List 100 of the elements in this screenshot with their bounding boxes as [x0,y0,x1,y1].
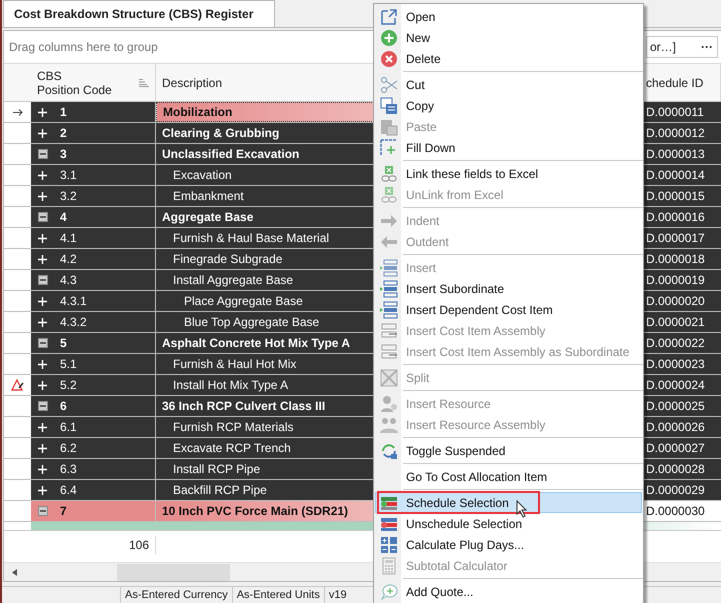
schedule-id-cell: D.0000028 [642,459,721,479]
position-code: 2 [59,126,67,140]
position-code: 6 [59,399,67,413]
schedule-id-cell: D.0000015 [642,186,721,206]
collapse-icon[interactable] [38,212,48,222]
expand-icon[interactable] [38,380,47,390]
menu-item[interactable]: Add Quote... [375,581,642,602]
position-code: 5.1 [59,357,77,371]
menu-item[interactable]: Open [375,6,642,27]
sort-icon [139,78,149,86]
position-code: 4.3.2 [59,315,87,329]
position-code: 3.2 [59,189,77,203]
collapse-icon[interactable] [38,275,48,285]
menu-item[interactable]: New [375,27,642,48]
position-code: 1 [59,105,67,119]
schedule-id-cell: D.0000024 [642,375,721,395]
menu-item[interactable]: Delete [375,48,642,69]
scroll-left-icon[interactable] [12,568,17,576]
schedule-id-cell: D.0000025 [642,396,721,416]
open-external-icon [380,8,398,26]
add-icon [380,28,398,46]
register-tab[interactable]: Cost Breakdown Structure (CBS) Register [3,0,275,27]
speech-bubble-icon [380,582,398,600]
delete-icon [380,50,398,68]
paste-icon [380,118,398,136]
position-code: 4.2 [59,252,77,266]
expand-icon[interactable] [38,170,47,180]
expand-icon[interactable] [38,318,47,326]
link-icon [380,164,398,182]
schedule-id-cell: D.0000019 [642,270,721,290]
position-code: 3 [59,147,67,161]
schedule-id-cell: D.0000012 [642,123,721,143]
collapse-icon[interactable] [38,338,48,348]
expand-icon[interactable] [38,486,47,494]
mouse-pointer-icon [516,500,528,518]
position-code: 7 [59,504,67,518]
schedule-id-cell: D.0000017 [642,228,721,248]
fill-down-icon [380,138,398,156]
schedule-id-cell: D.0000021 [642,312,721,332]
split-icon [380,368,398,386]
schedule-id-cell: D.0000020 [642,291,721,311]
bars-icon [380,322,398,340]
people-icon [380,416,398,434]
calculator-icon [380,556,398,574]
schedule-id-cell: D.0000018 [642,249,721,269]
menu-item[interactable]: Toggle Suspended [375,440,642,461]
schedule-id-cell: D.0000013 [642,144,721,164]
position-code: 3.1 [59,168,77,182]
expand-icon[interactable] [38,444,47,452]
position-code: 6.3 [59,462,77,476]
insert-rows-icon [380,280,398,298]
expand-icon[interactable] [38,422,47,432]
person-icon [380,394,398,412]
schedule-id-cell: D.0000026 [642,417,721,437]
insert-rows-icon [380,258,398,276]
menu-item[interactable]: Cut [375,74,642,95]
link-icon [380,186,398,204]
status-item: As-Entered Units [232,587,324,603]
menu-item[interactable]: Link these fields to Excel [375,163,642,184]
expand-icon[interactable] [38,464,47,474]
refresh-icon [380,442,398,460]
group-by-hint: Drag columns here to group [9,40,158,54]
schedule-id-cell: D.0000016 [642,207,721,227]
position-code: 5.2 [59,378,77,392]
position-code: 6.1 [59,420,77,434]
insert-rows-icon [380,300,398,318]
position-code: 5 [59,336,67,350]
status-item: v19 [324,587,351,603]
schedule-id-cell: D.0000023 [642,354,721,374]
position-code: 4.3 [59,273,77,287]
menu-item[interactable]: Calculate Plug Days... [375,534,642,555]
ellipsis-button[interactable]: ··· [701,40,713,54]
collapse-icon[interactable] [38,149,48,159]
copy-icon [380,96,398,114]
schedule-id-cell: D.0000014 [642,165,721,185]
expand-icon[interactable] [38,234,47,242]
filter-field[interactable]: or…] ··· [646,36,718,58]
status-item: As-Entered Currency [120,587,232,603]
row-count: 106 [4,536,156,554]
scissors-icon [380,76,398,94]
position-code: 4 [59,210,67,224]
position-code: 4.3.1 [59,294,87,308]
schedule-id-cell: D.0000011 [642,102,721,122]
position-code: 6.2 [59,441,77,455]
schedule-id-cell: D.0000029 [642,480,721,500]
expand-icon[interactable] [38,360,47,368]
expand-icon[interactable] [38,254,47,264]
expand-icon[interactable] [38,128,47,138]
bars-icon [380,342,398,360]
collapse-icon[interactable] [38,401,48,411]
position-code: 6.4 [59,483,77,497]
math-operators-icon [380,536,398,554]
expand-icon[interactable] [38,192,47,200]
position-code: 4.1 [59,231,77,245]
schedule-id-cell: D.0000027 [642,438,721,458]
expand-icon[interactable] [38,108,47,116]
expand-icon[interactable] [38,296,47,306]
column-header[interactable]: CBS Position Code [31,64,156,101]
schedule-id-cell: D.0000022 [642,333,721,353]
collapse-icon[interactable] [38,506,48,516]
